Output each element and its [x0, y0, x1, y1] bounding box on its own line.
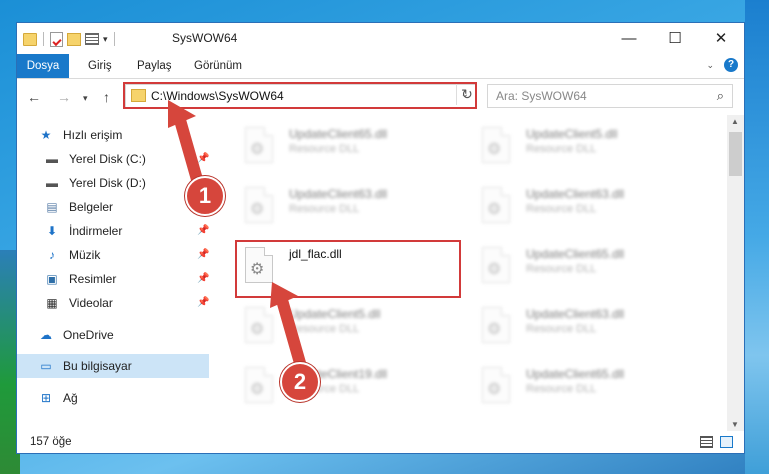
arrow-step-2 — [270, 282, 308, 376]
arrow-step-1 — [168, 100, 206, 196]
step-1-badge: 1 — [185, 176, 225, 216]
step-2-badge: 2 — [280, 362, 320, 402]
annotation-arrows — [168, 100, 308, 376]
